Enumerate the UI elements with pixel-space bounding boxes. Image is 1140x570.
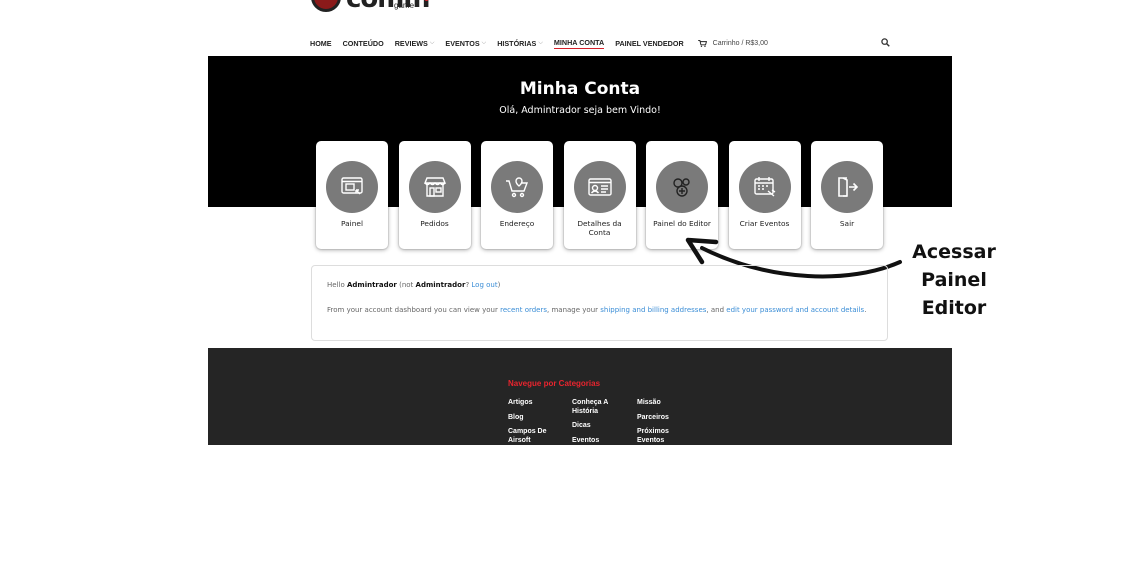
page-title: Minha Conta <box>519 79 641 99</box>
logo-emblem-icon <box>311 0 341 12</box>
hello-text: (not <box>396 281 416 289</box>
welcome-text: Olá, Admintrador seja bem Vindo! <box>499 105 661 116</box>
footer-title: Navegue por Categorias <box>508 379 601 388</box>
recent-orders-link[interactable]: recent orders <box>500 306 547 314</box>
cart-label: Carrinho / R$3,00 <box>712 39 768 47</box>
footer-link[interactable]: Próximos Eventos <box>637 428 689 445</box>
footer-link[interactable]: Dicas <box>572 422 624 431</box>
card-detalhes-conta[interactable]: Detalhes da Conta <box>563 141 636 249</box>
description-text: , manage your <box>547 306 601 314</box>
card-label: Criar Eventos <box>739 219 790 228</box>
nav-item-home[interactable]: HOME <box>310 39 332 48</box>
footer-link[interactable]: Parceiros <box>637 414 689 423</box>
footer-link[interactable]: Eventos <box>572 437 624 446</box>
card-label: Pedidos <box>420 219 449 228</box>
card-icon-circle <box>738 161 791 213</box>
nav-item-conteudo[interactable]: CONTEÚDO <box>343 39 384 48</box>
description-text: , and <box>706 306 727 314</box>
logout-icon <box>838 177 859 197</box>
search-icon[interactable] <box>881 38 890 47</box>
card-icon-circle <box>408 161 461 213</box>
nav-item-historias[interactable]: HISTÓRIAS ⌵ <box>497 39 543 48</box>
hello-text: ) <box>497 281 501 289</box>
site-footer: Navegue por Categorias Artigos Blog Camp… <box>208 348 952 445</box>
nav-label: PAINEL VENDEDOR <box>615 38 684 48</box>
footer-column-2: Conheça A História Dicas Eventos <box>572 399 624 451</box>
footer-link[interactable]: Artigos <box>508 399 560 408</box>
nav-item-reviews[interactable]: REVIEWS ⌵ <box>395 39 435 48</box>
card-label: Endereço <box>499 219 535 228</box>
nav-label: HISTÓRIAS <box>497 38 537 48</box>
card-endereco[interactable]: Endereço <box>481 141 553 249</box>
annotation-line-1: Acessar <box>912 241 996 263</box>
editor-icon <box>673 178 690 197</box>
account-details-link[interactable]: edit your password and account details <box>726 306 864 314</box>
footer-link[interactable]: Blog <box>508 414 560 423</box>
id-card-icon <box>587 178 612 196</box>
footer-link[interactable]: Missão <box>637 399 689 408</box>
logo-brand-text: comm <box>346 0 430 14</box>
user-name: Admintrador <box>346 281 397 289</box>
card-icon-circle <box>821 161 873 213</box>
card-icon-circle <box>491 161 543 213</box>
footer-column-1: Artigos Blog Campos De Airsoft <box>508 399 560 451</box>
footer-column-3: Missão Parceiros Próximos Eventos <box>637 399 689 451</box>
logout-link[interactable]: Log out <box>471 281 497 289</box>
nav-item-painel-vendedor[interactable]: PAINEL VENDEDOR <box>615 39 683 48</box>
logo-sub-text: game <box>394 1 415 10</box>
main-nav: HOME CONTEÚDO REVIEWS ⌵ EVENTOS ⌵ HISTÓRIA… <box>310 36 890 50</box>
description-text: . <box>864 306 867 314</box>
addresses-link[interactable]: shipping and billing addresses <box>600 306 706 314</box>
card-label: Sair <box>839 219 855 228</box>
annotation-text: Acessar Painel Editor <box>889 238 1019 322</box>
nav-item-minha-conta[interactable]: MINHA CONTA <box>553 37 605 49</box>
annotation-line-2: Painel Editor <box>921 269 987 319</box>
nav-label: REVIEWS <box>394 38 428 48</box>
footer-link[interactable]: Campos De Airsoft <box>508 428 560 445</box>
card-painel[interactable]: Painel <box>316 141 388 249</box>
calendar-icon <box>753 177 775 197</box>
cart-icon <box>697 39 707 47</box>
card-icon-circle <box>326 161 378 213</box>
card-label: Painel do Editor <box>653 219 711 228</box>
chevron-down-icon: ⌵ <box>481 39 487 46</box>
store-icon <box>423 177 446 197</box>
site-logo[interactable]: comm game <box>310 0 430 14</box>
dashboard-description: From your account dashboard you can view… <box>327 304 867 316</box>
cart-location-icon <box>506 177 529 198</box>
cart-link[interactable]: Carrinho / R$3,00 <box>697 39 768 47</box>
nav-label: HOME <box>310 38 332 48</box>
nav-label: MINHA CONTA <box>553 37 605 47</box>
nav-item-eventos[interactable]: EVENTOS ⌵ <box>445 39 486 48</box>
chevron-down-icon: ⌵ <box>429 39 435 46</box>
card-icon-circle <box>656 161 708 213</box>
account-dashboard-box: Hello Admintrador (not Admintrador? Log … <box>311 265 888 341</box>
nav-label: EVENTOS <box>445 38 480 48</box>
description-text: From your account dashboard you can view… <box>327 306 501 314</box>
card-pedidos[interactable]: Pedidos <box>398 141 471 249</box>
chevron-down-icon: ⌵ <box>538 39 543 46</box>
dashboard-icon <box>341 177 363 195</box>
card-icon-circle <box>573 161 626 213</box>
hello-line: Hello Admintrador (not Admintrador? Log … <box>327 281 500 289</box>
card-label: Detalhes da Conta <box>577 219 622 237</box>
footer-link[interactable]: Conheça A História <box>572 399 624 416</box>
hello-text: Hello <box>327 281 347 289</box>
user-name: Admintrador <box>415 281 466 289</box>
card-label: Painel <box>341 219 363 228</box>
nav-label: CONTEÚDO <box>342 38 384 48</box>
